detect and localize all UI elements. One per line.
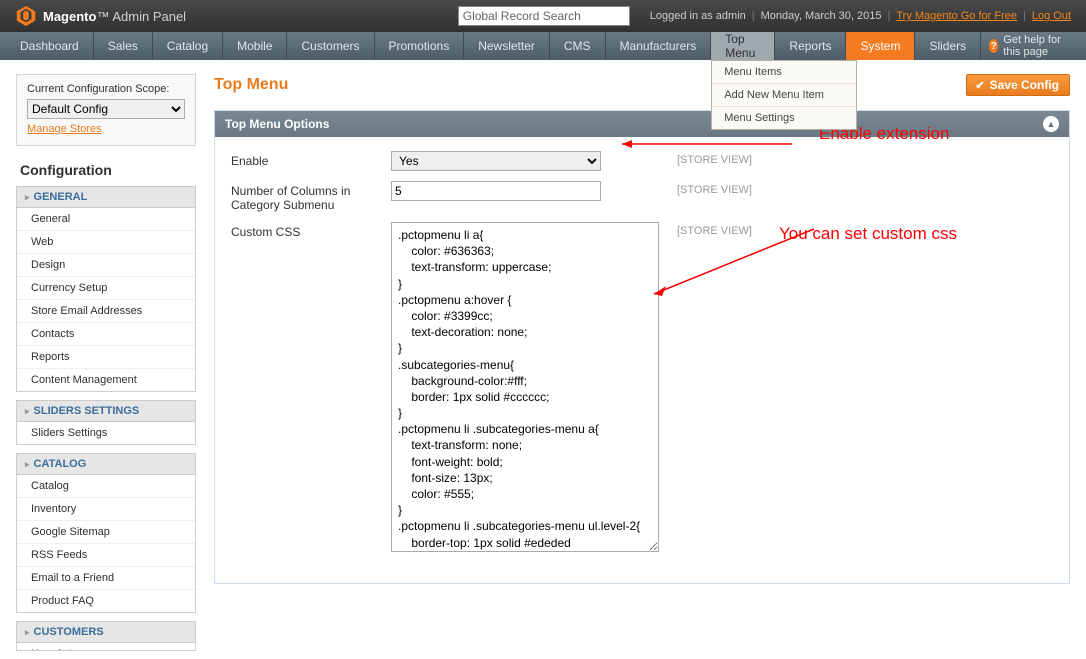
scope-hint: [STORE VIEW]: [659, 181, 752, 196]
sidebar-group-catalog[interactable]: ▸CATALOG: [16, 453, 196, 475]
nav-item-promotions[interactable]: Promotions: [375, 32, 465, 60]
check-icon: ✔: [975, 79, 984, 92]
columns-label: Number of Columns in Category Submenu: [231, 181, 391, 212]
sidebar-item-sliders-settings[interactable]: Sliders Settings: [17, 422, 195, 444]
nav-item-dashboard[interactable]: Dashboard: [6, 32, 94, 60]
nav-item-system[interactable]: System: [846, 32, 915, 60]
sidebar-item-content-management[interactable]: Content Management: [17, 369, 195, 391]
custom-css-label: Custom CSS: [231, 222, 391, 239]
sidebar: Current Configuration Scope: Default Con…: [16, 74, 196, 659]
sidebar-item-design[interactable]: Design: [17, 254, 195, 277]
sidebar-item-google-sitemap[interactable]: Google Sitemap: [17, 521, 195, 544]
nav-item-sliders[interactable]: Sliders: [915, 32, 981, 60]
sidebar-group-general[interactable]: ▸GENERAL: [16, 186, 196, 208]
nav-item-sales[interactable]: Sales: [94, 32, 153, 60]
main-content: Top Menu ✔Save Config Top Menu Options ▲…: [214, 74, 1070, 584]
page-title: Top Menu: [214, 76, 288, 94]
submenu-item-add-new-menu-item[interactable]: Add New Menu Item: [712, 84, 856, 107]
brand-logo: Magento™ Admin Panel: [15, 5, 186, 27]
nav-item-manufacturers[interactable]: Manufacturers: [606, 32, 712, 60]
submenu-item-menu-items[interactable]: Menu Items: [712, 61, 856, 84]
config-section: Top Menu Options ▲ Enable Yes [STORE VIE…: [214, 110, 1070, 584]
custom-css-textarea[interactable]: [391, 222, 659, 552]
sidebar-item-general[interactable]: General: [17, 208, 195, 231]
config-title: Configuration: [20, 162, 196, 178]
sidebar-item-web[interactable]: Web: [17, 231, 195, 254]
sidebar-group-sliders-settings[interactable]: ▸SLIDERS SETTINGS: [16, 400, 196, 422]
nav-help-link[interactable]: ?Get help for this page: [981, 32, 1080, 60]
nav-item-customers[interactable]: Customers: [287, 32, 374, 60]
sidebar-item-contacts[interactable]: Contacts: [17, 323, 195, 346]
scope-label: Current Configuration Scope:: [27, 83, 185, 95]
nav-item-newsletter[interactable]: Newsletter: [464, 32, 550, 60]
collapse-icon[interactable]: ▲: [1043, 116, 1059, 132]
nav-item-catalog[interactable]: Catalog: [153, 32, 223, 60]
submenu-item-menu-settings[interactable]: Menu Settings: [712, 107, 856, 129]
sidebar-item-newsletter[interactable]: Newsletter: [17, 643, 195, 651]
sidebar-item-rss-feeds[interactable]: RSS Feeds: [17, 544, 195, 567]
help-icon: ?: [989, 39, 998, 53]
scope-hint: [STORE VIEW]: [659, 222, 752, 237]
header-status: Logged in as admin | Monday, March 30, 2…: [650, 10, 1071, 22]
sidebar-item-currency-setup[interactable]: Currency Setup: [17, 277, 195, 300]
chevron-right-icon: ▸: [25, 192, 30, 203]
global-search-input[interactable]: [458, 6, 630, 26]
sidebar-item-email-to-a-friend[interactable]: Email to a Friend: [17, 567, 195, 590]
chevron-right-icon: ▸: [25, 406, 30, 417]
scope-hint: [STORE VIEW]: [659, 151, 752, 166]
chevron-right-icon: ▸: [25, 627, 30, 638]
main-nav: DashboardSalesCatalogMobileCustomersProm…: [0, 32, 1086, 60]
logged-in-text: Logged in as admin: [650, 10, 746, 22]
nav-item-top-menu[interactable]: Top MenuMenu ItemsAdd New Menu ItemMenu …: [711, 32, 775, 60]
columns-input[interactable]: [391, 181, 601, 201]
nav-submenu: Menu ItemsAdd New Menu ItemMenu Settings: [711, 60, 857, 130]
header-date: Monday, March 30, 2015: [761, 10, 882, 22]
section-header[interactable]: Top Menu Options ▲: [215, 111, 1069, 137]
try-magento-link[interactable]: Try Magento Go for Free: [896, 10, 1017, 22]
sidebar-item-inventory[interactable]: Inventory: [17, 498, 195, 521]
magento-icon: [15, 5, 37, 27]
nav-item-reports[interactable]: Reports: [775, 32, 846, 60]
config-scope-box: Current Configuration Scope: Default Con…: [16, 74, 196, 146]
section-title: Top Menu Options: [225, 117, 329, 131]
scope-select[interactable]: Default Config: [27, 99, 185, 119]
logout-link[interactable]: Log Out: [1032, 10, 1071, 22]
sidebar-item-store-email-addresses[interactable]: Store Email Addresses: [17, 300, 195, 323]
save-config-button[interactable]: ✔Save Config: [966, 74, 1070, 96]
chevron-right-icon: ▸: [25, 459, 30, 470]
sidebar-group-customers[interactable]: ▸CUSTOMERS: [16, 621, 196, 643]
admin-header: Magento™ Admin Panel Logged in as admin …: [0, 0, 1086, 32]
sidebar-item-reports[interactable]: Reports: [17, 346, 195, 369]
enable-label: Enable: [231, 151, 391, 168]
brand-text: Magento™ Admin Panel: [43, 9, 186, 24]
nav-item-cms[interactable]: CMS: [550, 32, 606, 60]
manage-stores-link[interactable]: Manage Stores: [27, 123, 102, 135]
sidebar-item-product-faq[interactable]: Product FAQ: [17, 590, 195, 612]
nav-item-mobile[interactable]: Mobile: [223, 32, 287, 60]
sidebar-item-catalog[interactable]: Catalog: [17, 475, 195, 498]
enable-select[interactable]: Yes: [391, 151, 601, 171]
